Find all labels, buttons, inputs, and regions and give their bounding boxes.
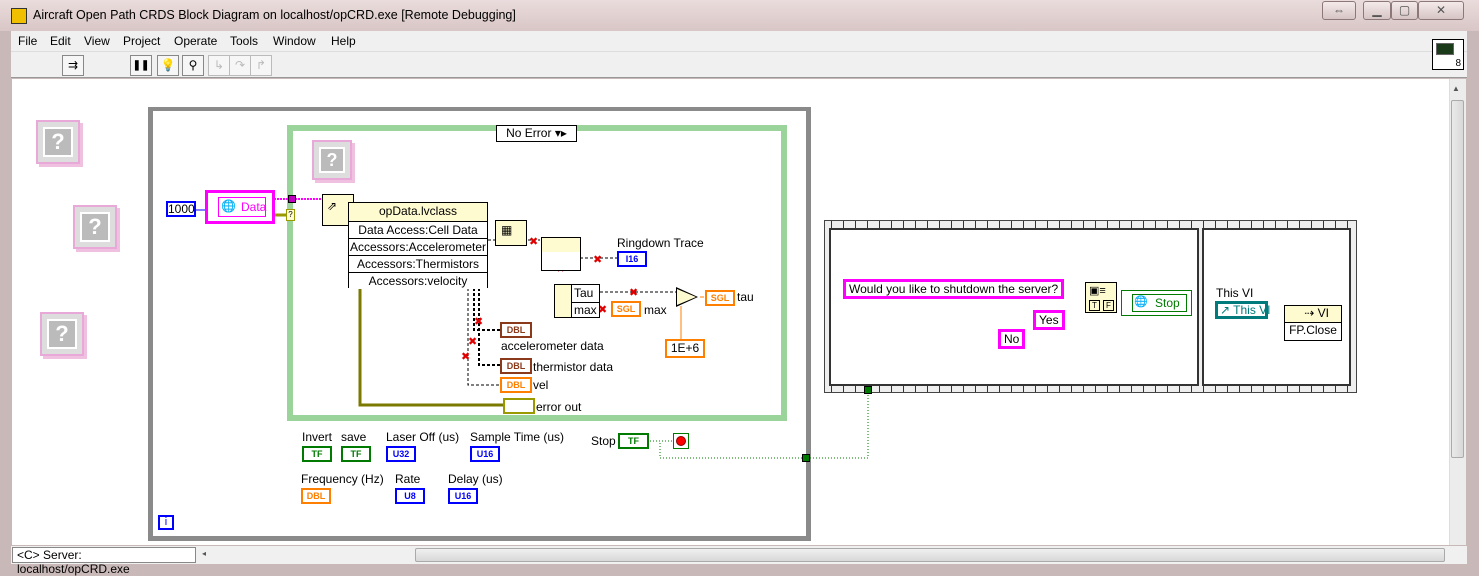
max-indicator[interactable]: SGL — [611, 301, 641, 317]
network-globe-icon: 🌐 — [221, 199, 236, 213]
unbundle-item[interactable]: Accessors:Accelerometer — [349, 238, 487, 255]
array-icon: ▦ — [501, 223, 513, 237]
rate-label: Rate — [395, 472, 421, 486]
save-control[interactable]: TF — [341, 446, 371, 462]
unbundle-item[interactable]: Data Access:Cell Data — [349, 221, 487, 238]
laser-off-control[interactable]: U32 — [386, 446, 416, 462]
two-button-dialog-node[interactable]: ▣≡ T F — [1085, 282, 1117, 313]
invoke-node-class-text: VI — [1317, 306, 1329, 320]
true-label: T — [1089, 300, 1100, 311]
rate-control[interactable]: U8 — [395, 488, 425, 504]
unbundle-item-tau: Tau — [574, 286, 594, 300]
unbundle-node[interactable] — [541, 237, 581, 271]
unbundle-tau-node[interactable]: Tau max — [554, 284, 600, 318]
ringdown-trace-indicator[interactable]: I16 — [617, 251, 647, 267]
tau-indicator[interactable]: SGL — [705, 290, 735, 306]
this-vi-label: This VI — [1216, 286, 1254, 300]
invoke-node-class: ⇢ VI — [1285, 306, 1341, 323]
timeout-constant[interactable]: 1000 — [166, 201, 196, 217]
delay-control[interactable]: U16 — [448, 488, 478, 504]
accelerometer-data-indicator[interactable]: DBL — [500, 322, 532, 338]
invoke-node-fp-close[interactable]: ⇢ VI FP.Close — [1284, 305, 1342, 341]
horizontal-scroll-thumb[interactable] — [415, 548, 1445, 562]
application-context: <C> Server: localhost/opCRD.exe — [12, 547, 196, 576]
svg-text:✖: ✖ — [629, 286, 638, 299]
multiplier-constant[interactable]: 1E+6 — [665, 339, 705, 358]
dialog-message-constant[interactable]: Would you like to shutdown the server? — [843, 279, 1065, 299]
tunnel — [288, 195, 296, 203]
invert-control[interactable]: TF — [302, 446, 332, 462]
invert-label: Invert — [302, 430, 333, 444]
arrow-icon — [555, 285, 572, 317]
yes-button-constant[interactable]: Yes — [1033, 310, 1065, 330]
stop-label: Stop — [591, 434, 616, 448]
frequency-label: Frequency (Hz) — [301, 472, 384, 486]
this-vi-ref-text: This VI — [1233, 303, 1271, 317]
cast-icon: ⇗ — [327, 199, 338, 213]
error-out-label: error out — [536, 400, 582, 414]
false-label: F — [1103, 300, 1114, 311]
error-tunnel: ? — [286, 209, 295, 221]
unbundle-by-name-node[interactable]: opData.lvclass Data Access:Cell Data Acc… — [348, 202, 488, 289]
sample-time-control[interactable]: U16 — [470, 446, 500, 462]
tunnel — [864, 386, 872, 394]
unbundle-item[interactable]: Accessors:velocity — [349, 272, 487, 289]
multiply-icon — [677, 289, 696, 305]
svg-text:✖: ✖ — [474, 315, 483, 328]
sample-time-label: Sample Time (us) — [470, 430, 565, 444]
svg-text:✖: ✖ — [529, 235, 538, 248]
index-array-node[interactable]: ▦ — [495, 220, 527, 246]
unbundle-item[interactable]: Accessors:Thermistors — [349, 255, 487, 272]
this-vi-reference[interactable]: ↗ This VI — [1215, 301, 1271, 319]
frequency-control[interactable]: DBL — [301, 488, 331, 504]
thermistor-data-label: thermistor data — [533, 360, 614, 374]
svg-text:✖: ✖ — [468, 335, 477, 348]
max-label: max — [644, 303, 667, 317]
unbundle-item-max: max — [572, 302, 600, 317]
loop-condition-terminal[interactable] — [673, 433, 689, 449]
tau-label: tau — [737, 290, 754, 304]
stop-control[interactable]: TF — [618, 433, 649, 449]
invoke-method: FP.Close — [1289, 323, 1337, 337]
tunnel — [802, 454, 810, 462]
vel-indicator[interactable]: DBL — [500, 377, 532, 393]
stop-sign-icon — [676, 436, 686, 446]
stop-shared-variable[interactable]: Stop 🌐 — [1121, 290, 1192, 316]
save-label: save — [341, 430, 367, 444]
unbundle-header — [542, 238, 580, 252]
svg-text:✖: ✖ — [593, 253, 602, 266]
delay-label: Delay (us) — [448, 472, 503, 486]
accelerometer-data-label: accelerometer data — [501, 339, 604, 353]
vel-label: vel — [533, 378, 549, 392]
dialog-icon: ▣≡ — [1089, 285, 1106, 297]
ringdown-trace-label: Ringdown Trace — [617, 236, 704, 250]
no-button-constant[interactable]: No — [998, 329, 1026, 349]
svg-text:✖: ✖ — [461, 350, 470, 363]
scroll-left-icon[interactable]: ◂ — [202, 549, 206, 558]
network-globe-icon: 🌐 — [1134, 296, 1148, 308]
class-name: opData.lvclass — [349, 203, 487, 221]
thermistor-data-indicator[interactable]: DBL — [500, 358, 532, 374]
laser-off-label: Laser Off (us) — [386, 430, 460, 444]
network-shared-variable[interactable]: Data 🌐 — [205, 190, 275, 224]
error-out-indicator[interactable] — [503, 398, 535, 414]
